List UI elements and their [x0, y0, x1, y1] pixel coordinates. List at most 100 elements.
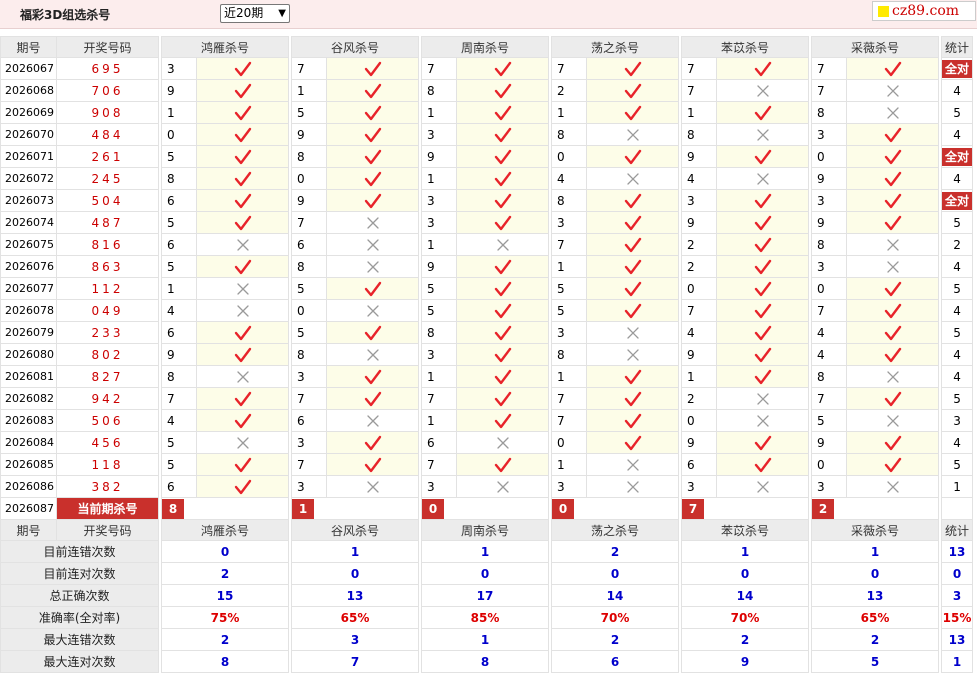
row-kill-number: 7 — [551, 57, 587, 80]
table-row: 2026079 233 6 5 8 3 4 4 5 — [0, 321, 974, 344]
row-total-value: 4 — [953, 369, 961, 384]
site-logo[interactable]: cz89.com — [872, 1, 976, 21]
check-icon — [196, 57, 289, 80]
check-icon — [716, 57, 809, 80]
cross-icon — [716, 167, 809, 190]
row-kill-number: 7 — [551, 409, 587, 432]
row-issue: 2026081 — [0, 365, 57, 388]
current-kill-number: 1 — [292, 498, 314, 519]
check-icon — [456, 343, 549, 366]
check-icon — [716, 321, 809, 344]
stats-value: 0 — [551, 562, 679, 585]
header-expert: 荡之杀号 — [551, 519, 679, 541]
stats-value: 0 — [291, 562, 419, 585]
row-kill-number: 0 — [161, 123, 197, 146]
row-total: 4 — [940, 343, 974, 366]
period-select[interactable]: 近20期 ▼ — [220, 4, 290, 23]
row-kill-number: 6 — [291, 233, 327, 256]
row-kill-number: 2 — [551, 79, 587, 102]
row-kill-number: 6 — [161, 321, 197, 344]
stats-row: 准确率(全对率) 75% 65% 85% 70% 70% 65% 15% — [0, 606, 974, 629]
row-kill-number: 7 — [811, 57, 847, 80]
cross-icon — [326, 233, 419, 256]
stats-value: 0 — [421, 562, 549, 585]
header-draw: 开奖号码 — [56, 519, 159, 541]
check-icon — [326, 57, 419, 80]
header-issue: 期号 — [0, 36, 57, 58]
cross-icon — [846, 233, 939, 256]
current-kill-number: 7 — [682, 498, 704, 519]
stats-value: 14 — [681, 584, 809, 607]
chevron-down-icon: ▼ — [278, 8, 286, 19]
row-total: 4 — [940, 255, 974, 278]
row-total-value: 4 — [953, 347, 961, 362]
check-icon — [586, 299, 679, 322]
stats-row: 总正确次数 15 13 17 14 14 13 3 — [0, 584, 974, 607]
stats-value: 8 — [161, 650, 289, 673]
row-draw-number: 261 — [56, 145, 159, 168]
row-kill-number: 1 — [681, 101, 717, 124]
row-kill-number: 9 — [681, 343, 717, 366]
row-draw-number: 456 — [56, 431, 159, 454]
row-kill-number: 7 — [421, 453, 457, 476]
cross-icon — [586, 123, 679, 146]
row-total: 5 — [940, 387, 974, 410]
stats-label: 最大连对次数 — [0, 650, 159, 673]
table-row: 2026075 816 6 6 1 7 2 8 2 — [0, 233, 974, 256]
cross-icon — [326, 299, 419, 322]
row-draw-number: 942 — [56, 387, 159, 410]
check-icon — [456, 123, 549, 146]
cross-icon — [456, 431, 549, 454]
row-kill-number: 7 — [811, 79, 847, 102]
row-draw-number: 908 — [56, 101, 159, 124]
row-kill-number: 9 — [161, 79, 197, 102]
row-total-value: 5 — [953, 215, 961, 230]
check-icon — [846, 321, 939, 344]
table-row: 2026076 863 5 8 9 1 2 3 4 — [0, 255, 974, 278]
check-icon — [196, 409, 289, 432]
check-icon — [716, 145, 809, 168]
check-icon — [456, 79, 549, 102]
check-icon — [716, 101, 809, 124]
check-icon — [456, 409, 549, 432]
check-icon — [326, 167, 419, 190]
check-icon — [196, 453, 289, 476]
check-icon — [716, 343, 809, 366]
row-total: 4 — [940, 299, 974, 322]
row-issue: 2026082 — [0, 387, 57, 410]
row-kill-number: 9 — [811, 211, 847, 234]
row-kill-number: 8 — [551, 123, 587, 146]
row-total-value: 4 — [953, 171, 961, 186]
row-issue: 2026080 — [0, 343, 57, 366]
table-row: 2026071 261 5 8 9 0 9 0 全对 — [0, 145, 974, 168]
row-draw-number: 118 — [56, 453, 159, 476]
check-icon — [326, 365, 419, 388]
row-draw-number: 706 — [56, 79, 159, 102]
table-row: 2026077 112 1 5 5 5 0 0 5 — [0, 277, 974, 300]
stats-value: 15 — [161, 584, 289, 607]
row-kill-number: 9 — [811, 167, 847, 190]
row-total: 2 — [940, 233, 974, 256]
row-kill-number: 7 — [161, 387, 197, 410]
check-icon — [196, 145, 289, 168]
row-kill-number: 4 — [161, 409, 197, 432]
stats-value: 75% — [161, 606, 289, 629]
row-kill-number: 8 — [551, 189, 587, 212]
check-icon — [586, 79, 679, 102]
row-issue: 2026074 — [0, 211, 57, 234]
row-kill-number: 8 — [291, 145, 327, 168]
row-kill-number: 3 — [551, 475, 587, 498]
row-kill-number: 7 — [291, 453, 327, 476]
cross-icon — [456, 233, 549, 256]
stats-value: 0 — [811, 562, 939, 585]
row-kill-number: 4 — [681, 167, 717, 190]
row-total: 5 — [940, 211, 974, 234]
header-expert: 采薇杀号 — [811, 36, 939, 58]
row-kill-number: 3 — [291, 365, 327, 388]
check-icon — [456, 277, 549, 300]
check-icon — [716, 431, 809, 454]
header-total: 统计 — [940, 519, 974, 541]
check-icon — [586, 277, 679, 300]
row-kill-number: 3 — [681, 189, 717, 212]
check-icon — [196, 387, 289, 410]
